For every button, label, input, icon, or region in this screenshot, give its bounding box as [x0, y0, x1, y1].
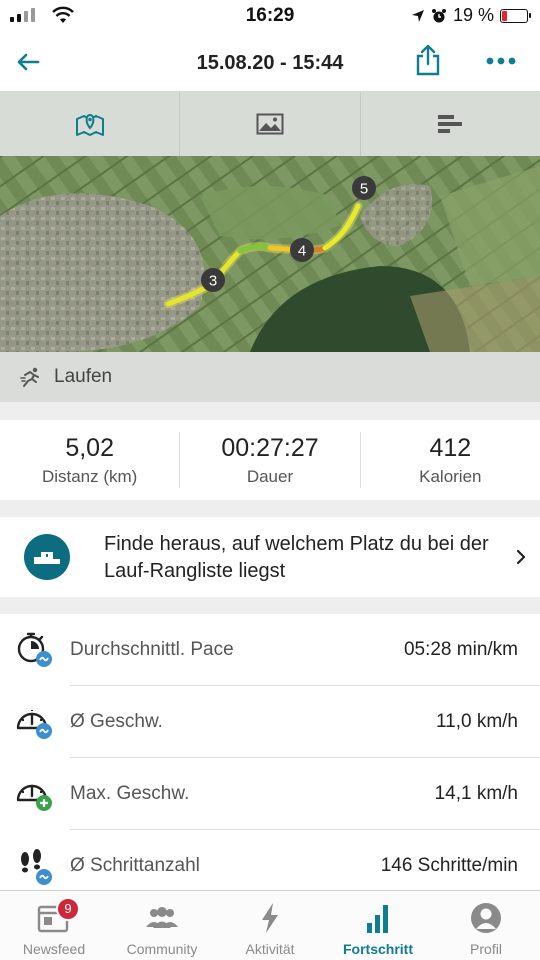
metrics-list: Durchschnittl. Pace 05:28 min/km Ø Gesch… — [0, 614, 540, 890]
stat-value: 412 — [429, 434, 472, 462]
stat-value: 5,02 — [65, 434, 114, 462]
stat-duration: 00:27:27 Dauer — [180, 432, 361, 488]
nav-label: Aktivität — [245, 941, 295, 957]
metric-label: Ø Geschw. — [70, 711, 163, 732]
metric-avg-pace[interactable]: Durchschnittl. Pace 05:28 min/km — [0, 614, 540, 686]
map-icon — [75, 113, 104, 136]
satellite-map: 3 4 5 — [0, 156, 540, 352]
tab-map[interactable] — [0, 92, 181, 156]
summary-stats: 5,02 Distanz (km) 00:27:27 Dauer 412 Kal… — [0, 420, 540, 500]
svg-text:4: 4 — [298, 243, 306, 260]
header: 15.08.20 - 15:44 — [0, 32, 540, 92]
lightning-icon — [262, 903, 278, 933]
metric-avg-cadence[interactable]: Ø Schrittanzahl 146 Schritte/min — [0, 830, 540, 890]
nav-activity[interactable]: Aktivität — [216, 891, 324, 960]
nav-label: Fortschritt — [343, 941, 413, 957]
stat-distance: 5,02 Distanz (km) — [0, 432, 181, 488]
battery-percent: 19 % — [452, 5, 494, 25]
metric-max-speed[interactable]: Max. Geschw. 14,1 km/h — [0, 758, 540, 830]
nav-newsfeed[interactable]: 9 Newsfeed — [0, 891, 108, 960]
speedometer-icon — [16, 710, 52, 739]
chevron-right-icon — [516, 549, 526, 565]
map-marker-3: 3 — [201, 268, 225, 292]
speedometer-plus-icon — [16, 784, 52, 811]
metric-label: Ø Schrittanzahl — [70, 855, 200, 876]
leaderboard-banner[interactable]: Finde heraus, auf welchem Platz du bei d… — [0, 517, 540, 597]
tab-charts[interactable] — [361, 92, 540, 156]
stat-value: 00:27:27 — [221, 434, 319, 462]
image-icon — [256, 113, 284, 135]
metric-value: 05:28 min/km — [403, 639, 518, 660]
metric-label: Max. Geschw. — [70, 783, 190, 804]
podium-icon — [24, 534, 70, 580]
bar-chart-icon — [438, 115, 463, 133]
nav-label: Profil — [470, 941, 502, 957]
metric-label: Durchschnittl. Pace — [70, 639, 234, 660]
share-icon[interactable] — [414, 44, 442, 76]
tab-photos[interactable] — [180, 92, 361, 156]
nav-progress[interactable]: Fortschritt — [324, 891, 432, 960]
activity-type-label: Laufen — [54, 366, 113, 387]
profile-icon — [471, 903, 501, 933]
nav-label: Community — [126, 941, 198, 957]
stopwatch-icon — [17, 632, 52, 667]
more-options-icon[interactable] — [486, 56, 516, 66]
leaderboard-text: Finde heraus, auf welchem Platz du bei d… — [104, 533, 489, 582]
alarm-icon — [431, 8, 446, 22]
page-title: 15.08.20 - 15:44 — [196, 52, 344, 74]
stat-caption: Distanz (km) — [41, 467, 138, 486]
nav-label: Newsfeed — [22, 941, 86, 957]
metric-value: 146 Schritte/min — [380, 855, 518, 876]
map-marker-5: 5 — [352, 176, 376, 200]
community-icon — [146, 907, 178, 928]
status-bar: 16:29 19 % — [0, 0, 540, 32]
svg-text:3: 3 — [209, 273, 217, 290]
map-marker-4: 4 — [290, 238, 314, 262]
location-arrow-icon — [411, 9, 424, 22]
activity-type-bar: Laufen — [0, 352, 540, 402]
route-map[interactable]: 3 4 5 — [0, 156, 540, 352]
bottom-nav: 9 Newsfeed Community Aktivität Fortschri… — [0, 890, 540, 960]
stat-caption: Kalorien — [419, 467, 482, 486]
metric-value: 11,0 km/h — [435, 711, 518, 732]
running-icon — [20, 367, 39, 387]
metric-value: 14,1 km/h — [434, 783, 518, 804]
stat-calories: 412 Kalorien — [361, 432, 540, 488]
stat-caption: Dauer — [246, 467, 294, 486]
view-tabs — [0, 92, 540, 156]
metric-avg-speed[interactable]: Ø Geschw. 11,0 km/h — [0, 686, 540, 758]
footsteps-icon — [21, 849, 52, 885]
nav-profile[interactable]: Profil — [432, 891, 540, 960]
nav-community[interactable]: Community — [108, 891, 216, 960]
progress-bars-icon — [367, 905, 388, 933]
battery-icon — [500, 8, 531, 23]
svg-text:5: 5 — [360, 181, 368, 198]
notification-badge: 9 — [56, 897, 80, 921]
